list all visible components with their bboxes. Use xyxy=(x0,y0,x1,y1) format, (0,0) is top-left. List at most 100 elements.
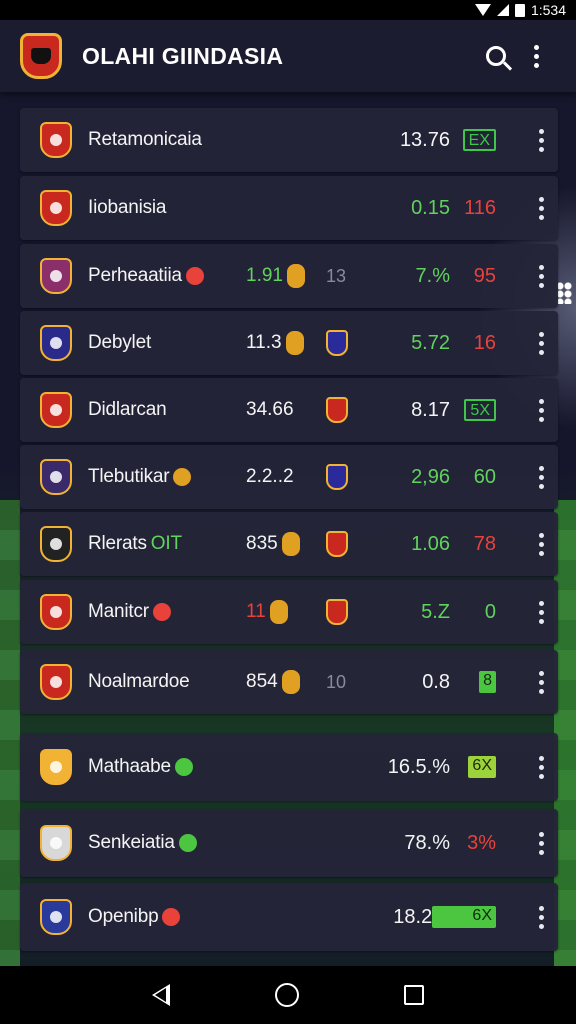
odds-primary: 34.66 xyxy=(246,399,294,420)
floodlight xyxy=(556,282,572,304)
change-badge: 95 xyxy=(473,264,496,287)
odds-primary-value: 1.91 xyxy=(246,265,283,286)
team-row[interactable]: Didlarcan 34.66 8.17 5X xyxy=(20,378,558,442)
row-more-vert-icon[interactable] xyxy=(539,831,544,855)
change-badge: EX xyxy=(462,129,496,151)
team-name: Perheaatiia xyxy=(88,265,204,287)
odds-primary: 1.91 xyxy=(246,264,305,288)
row-more-vert-icon[interactable] xyxy=(539,600,544,624)
score-value: 0.15 xyxy=(411,196,450,219)
odds-primary: 854 xyxy=(246,670,300,694)
change-badge: 6X xyxy=(468,756,496,778)
team-row[interactable]: Noalmardoe 854 10 0.8 8 xyxy=(20,650,558,714)
trend-badge-icon xyxy=(173,468,192,486)
score-value: 0.8 xyxy=(422,670,450,693)
score-value: 5.72 xyxy=(411,331,450,354)
home-icon[interactable] xyxy=(274,983,299,1007)
team-name-label: Manitcr xyxy=(88,601,149,622)
status-time: 1:534 xyxy=(530,2,566,18)
odds-primary-value: 11 xyxy=(246,601,266,622)
coin-icon xyxy=(286,264,305,288)
team-name-label: Noalmardoe xyxy=(88,671,190,692)
team-name: Rlerats OIT xyxy=(88,533,182,555)
score-value: 5.Z xyxy=(421,600,450,623)
team-row[interactable]: Retamonicaia 13.76 EX xyxy=(20,108,558,172)
odds-primary-value: 11.3 xyxy=(246,332,282,353)
odds-primary: 11 xyxy=(246,600,288,624)
odds-primary-value: 835 xyxy=(246,533,278,554)
team-crest-icon xyxy=(40,258,72,294)
team-row[interactable]: Senkeiatia 78.% 3% xyxy=(20,809,558,877)
team-row[interactable]: Openibp 18.2% 6X xyxy=(20,883,558,951)
change-badge: 3% xyxy=(467,831,496,854)
row-more-vert-icon[interactable] xyxy=(539,670,544,694)
pitch-edge-left xyxy=(0,500,20,970)
opponent-crest-icon xyxy=(326,330,348,356)
battery-icon xyxy=(514,3,525,17)
coin-icon xyxy=(269,600,288,624)
row-more-vert-icon[interactable] xyxy=(539,398,544,422)
score-value: 2,96 xyxy=(411,465,450,488)
score-value: 13.76 xyxy=(399,128,450,151)
team-name-label: Debylet xyxy=(88,332,152,353)
opponent-crest-icon xyxy=(326,531,348,557)
team-row[interactable]: Tlebutikar 2.2..2 2,96 60 xyxy=(20,445,558,509)
odds-secondary: 10 xyxy=(326,671,347,692)
status-badge-icon xyxy=(185,267,204,285)
team-name: Didlarcan xyxy=(88,399,167,421)
status-badge-icon xyxy=(152,603,171,621)
score-value: 7.% xyxy=(415,264,450,287)
row-more-vert-icon[interactable] xyxy=(539,128,544,152)
team-row[interactable]: Rlerats OIT 835 1.06 78 xyxy=(20,512,558,576)
coin-icon xyxy=(281,670,300,694)
change-badge: 6X xyxy=(432,906,496,928)
recents-icon[interactable] xyxy=(403,985,424,1005)
row-more-vert-icon[interactable] xyxy=(539,331,544,355)
team-name-label: Openibp xyxy=(88,906,159,927)
signal-icon xyxy=(496,4,509,16)
change-badge: 78 xyxy=(473,532,496,555)
team-name: Manitcr xyxy=(88,601,171,623)
team-name: Senkeiatia xyxy=(88,832,197,854)
team-row[interactable]: Perheaatiia 1.91 13 7.% 95 xyxy=(20,244,558,308)
team-row[interactable]: Debylet 11.3 5.72 16 xyxy=(20,311,558,375)
row-more-vert-icon[interactable] xyxy=(539,264,544,288)
team-crest-icon xyxy=(40,392,72,428)
odds-primary-value: 854 xyxy=(246,671,278,692)
team-name-label: Iiobanisia xyxy=(88,197,167,218)
team-name: Retamonicaia xyxy=(88,129,202,151)
odds-primary: 11.3 xyxy=(246,331,304,355)
team-crest-icon xyxy=(40,190,72,226)
team-crest-icon xyxy=(40,825,72,861)
row-more-vert-icon[interactable] xyxy=(539,905,544,929)
status-badge-icon xyxy=(162,908,181,926)
team-crest-icon xyxy=(40,526,72,562)
team-row[interactable]: Mathaabe 16.5.% 6X xyxy=(20,733,558,801)
trend-badge-icon xyxy=(178,834,197,852)
team-row[interactable]: Iiobanisia 0.15 116 xyxy=(20,176,558,240)
team-crest-icon xyxy=(40,459,72,495)
team-crest-icon xyxy=(40,899,72,935)
status-bar: 1:534 xyxy=(0,0,576,20)
team-name-label: Retamonicaia xyxy=(88,129,202,150)
back-icon[interactable] xyxy=(152,984,171,1006)
coin-icon xyxy=(281,532,300,556)
team-name-label: Tlebutikar xyxy=(88,466,170,487)
overflow-menu-button[interactable] xyxy=(516,36,556,76)
score-value: 1.06 xyxy=(411,532,450,555)
team-name: Iiobanisia xyxy=(88,197,166,219)
score-value: 16.5.% xyxy=(387,755,450,778)
row-more-vert-icon[interactable] xyxy=(539,465,544,489)
change-badge: 60 xyxy=(473,465,496,488)
trend-badge-icon xyxy=(174,758,193,776)
search-button[interactable] xyxy=(476,36,516,76)
row-more-vert-icon[interactable] xyxy=(539,196,544,220)
team-row[interactable]: Manitcr 11 5.Z 0 xyxy=(20,580,558,644)
team-name-label: Didlarcan xyxy=(88,399,167,420)
team-name: Noalmardoe xyxy=(88,671,190,693)
wifi-icon xyxy=(474,4,491,16)
search-icon xyxy=(486,46,506,66)
team-name-label: Rlerats xyxy=(88,533,147,554)
row-more-vert-icon[interactable] xyxy=(539,532,544,556)
row-more-vert-icon[interactable] xyxy=(539,755,544,779)
